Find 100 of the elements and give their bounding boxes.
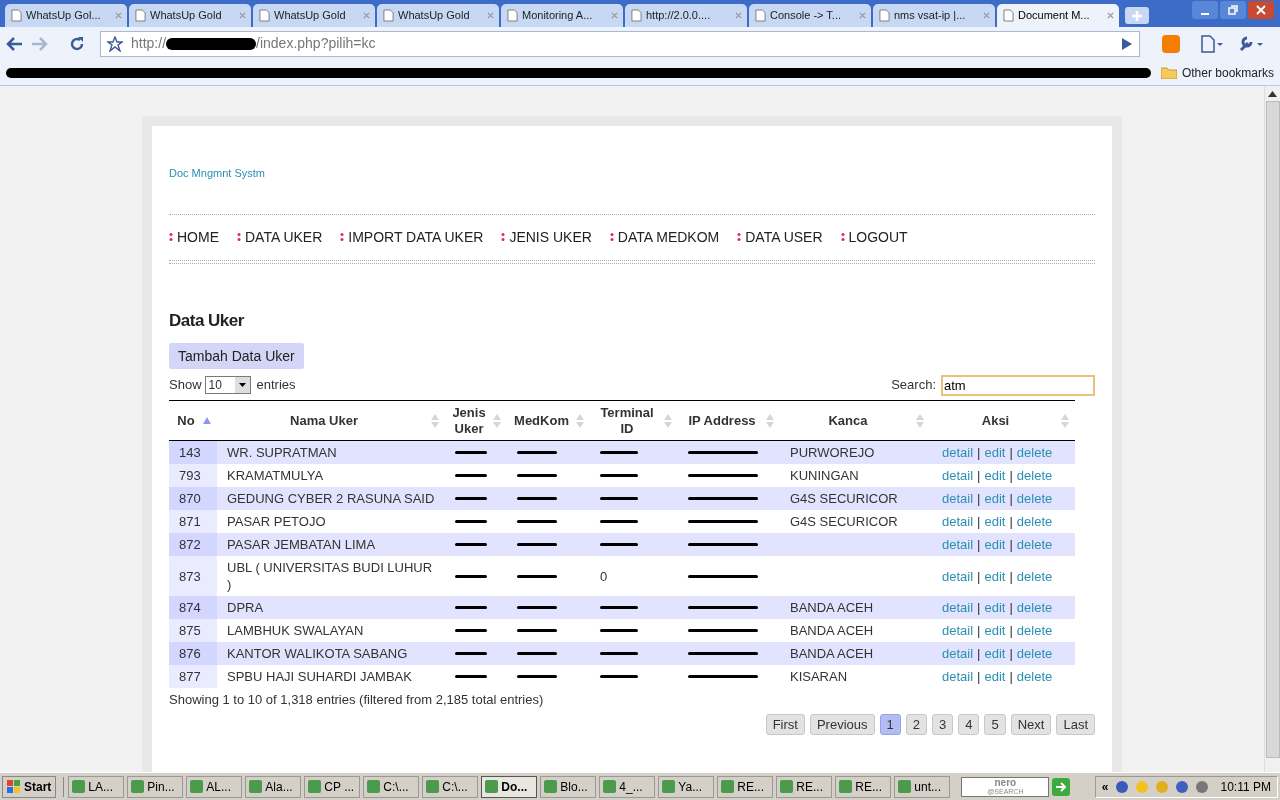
nav-link[interactable]: DATA USER xyxy=(737,226,823,248)
browser-tab[interactable]: WhatsUp Gol... xyxy=(5,4,127,27)
column-header[interactable]: No xyxy=(175,412,197,429)
action-link[interactable]: edit xyxy=(984,622,1006,639)
pagination-button[interactable]: 1 xyxy=(879,713,901,735)
taskbar-button[interactable]: 4_... xyxy=(599,775,656,798)
bullet-icon xyxy=(169,232,173,242)
taskbar-button[interactable]: C:\... xyxy=(363,775,420,798)
taskbar-button[interactable]: RE... xyxy=(835,775,892,798)
pagination-button[interactable]: Next xyxy=(1010,713,1052,735)
column-header[interactable]: Jenis Uker xyxy=(451,404,487,437)
pagination-button[interactable]: 5 xyxy=(984,713,1006,735)
close-button[interactable] xyxy=(1248,1,1274,19)
taskbar-button[interactable]: RE... xyxy=(776,775,833,798)
nav-link[interactable]: DATA UKER xyxy=(237,226,323,248)
address-bar[interactable]: http:// /index.php?pilih=kc xyxy=(100,30,1140,57)
taskbar-button[interactable]: LA... xyxy=(68,775,125,798)
close-icon[interactable] xyxy=(239,12,246,19)
taskbar-button[interactable]: Pin... xyxy=(127,775,184,798)
tab-title: WhatsUp Gold xyxy=(398,8,471,24)
page-size-select[interactable]: 10 xyxy=(204,376,251,394)
pagination-button[interactable]: Previous xyxy=(809,713,875,735)
search-field[interactable]: atm xyxy=(941,374,1095,396)
new-tab-button[interactable] xyxy=(1125,7,1149,24)
browser-tab[interactable]: http://2.0.0.... xyxy=(625,4,747,27)
action-link[interactable]: detail xyxy=(942,513,974,530)
minimize-button[interactable] xyxy=(1192,1,1218,19)
pagination-button[interactable]: Last xyxy=(1056,713,1095,735)
browser-tab[interactable]: Document M... xyxy=(997,4,1119,27)
column-header[interactable]: Nama Uker xyxy=(223,412,425,429)
close-icon[interactable] xyxy=(115,12,122,19)
nav-link[interactable]: LOGOUT xyxy=(840,226,908,248)
start-button[interactable]: Start xyxy=(2,775,57,798)
pagination-button[interactable]: 3 xyxy=(932,713,954,735)
action-link[interactable]: delete xyxy=(1016,622,1053,639)
browser-tab[interactable]: WhatsUp Gold xyxy=(129,4,251,27)
close-icon[interactable] xyxy=(1107,12,1114,19)
taskbar-button[interactable]: Ala... xyxy=(245,775,302,798)
page-menu-icon[interactable] xyxy=(1200,34,1224,53)
app-icon xyxy=(662,780,676,793)
column-header[interactable]: Terminal ID xyxy=(596,404,658,437)
pagination-button[interactable]: 2 xyxy=(905,713,927,735)
scroll-up-icon[interactable] xyxy=(1268,91,1277,97)
action-link[interactable]: detail xyxy=(942,567,974,585)
browser-tab[interactable]: nms vsat-ip |... xyxy=(873,4,995,27)
close-icon[interactable] xyxy=(487,12,494,19)
action-link[interactable]: edit xyxy=(984,513,1006,530)
nav-link[interactable]: HOME xyxy=(169,226,219,248)
browser-tab[interactable]: Monitoring A... xyxy=(501,4,623,27)
show-hidden-icons-button[interactable]: « xyxy=(1101,777,1109,796)
browser-tab[interactable]: WhatsUp Gold xyxy=(253,4,375,27)
action-link[interactable]: delete xyxy=(1016,467,1053,484)
other-bookmarks[interactable]: Other bookmarks xyxy=(1160,63,1274,82)
close-icon[interactable] xyxy=(611,12,618,19)
table-cell: 875 xyxy=(169,619,217,642)
separator: | xyxy=(1009,444,1013,461)
column-header[interactable]: IP Address xyxy=(684,412,760,429)
taskbar-button[interactable]: RE... xyxy=(717,775,774,798)
wrench-icon[interactable] xyxy=(1238,34,1264,53)
taskbar-button[interactable]: C:\... xyxy=(422,775,479,798)
pagination-button[interactable]: 4 xyxy=(958,713,980,735)
action-link[interactable]: delete xyxy=(1016,567,1053,585)
browser-tab[interactable]: Console -> T... xyxy=(749,4,871,27)
column-header[interactable]: Kanca xyxy=(786,412,910,429)
go-icon[interactable] xyxy=(1121,36,1133,51)
action-link[interactable]: edit xyxy=(984,467,1006,484)
action-link[interactable]: detail xyxy=(942,668,974,685)
close-icon[interactable] xyxy=(363,12,370,19)
plus-icon xyxy=(1132,10,1142,21)
add-data-button[interactable]: Tambah Data Uker xyxy=(169,343,304,369)
action-link[interactable]: detail xyxy=(942,467,974,484)
back-icon[interactable] xyxy=(6,35,24,52)
action-link[interactable]: delete xyxy=(1016,513,1053,530)
taskbar-button[interactable]: AL... xyxy=(186,775,243,798)
forward-icon[interactable] xyxy=(30,35,48,52)
action-link[interactable]: edit xyxy=(984,668,1006,685)
taskbar-button[interactable]: Do... xyxy=(481,775,538,798)
taskbar-button[interactable]: unt... xyxy=(894,775,951,798)
column-header[interactable]: MedKom xyxy=(513,412,570,429)
action-link[interactable]: detail xyxy=(942,622,974,639)
app-icon xyxy=(190,780,204,793)
taskbar-button[interactable]: Ya... xyxy=(658,775,715,798)
nav-link[interactable]: DATA MEDKOM xyxy=(609,226,720,248)
taskbar-button[interactable]: Blo... xyxy=(540,775,597,798)
nav-link[interactable]: JENIS UKER xyxy=(501,226,592,248)
table-cell: 143 xyxy=(169,440,217,464)
bullet-icon xyxy=(340,232,345,242)
browser-tab[interactable]: WhatsUp Gold xyxy=(377,4,499,27)
nav-link[interactable]: IMPORT DATA UKER xyxy=(340,226,484,248)
star-icon[interactable] xyxy=(107,35,123,52)
action-link[interactable]: delete xyxy=(1016,668,1053,685)
reload-icon[interactable] xyxy=(68,34,86,53)
taskbar-button[interactable]: CP ... xyxy=(304,775,361,798)
pagination-button[interactable]: First xyxy=(765,713,805,735)
close-icon[interactable] xyxy=(983,12,990,19)
close-icon[interactable] xyxy=(735,12,742,19)
restore-button[interactable] xyxy=(1220,1,1246,19)
close-icon[interactable] xyxy=(859,12,866,19)
column-header[interactable]: Aksi xyxy=(936,412,1055,429)
action-link[interactable]: edit xyxy=(984,567,1006,585)
